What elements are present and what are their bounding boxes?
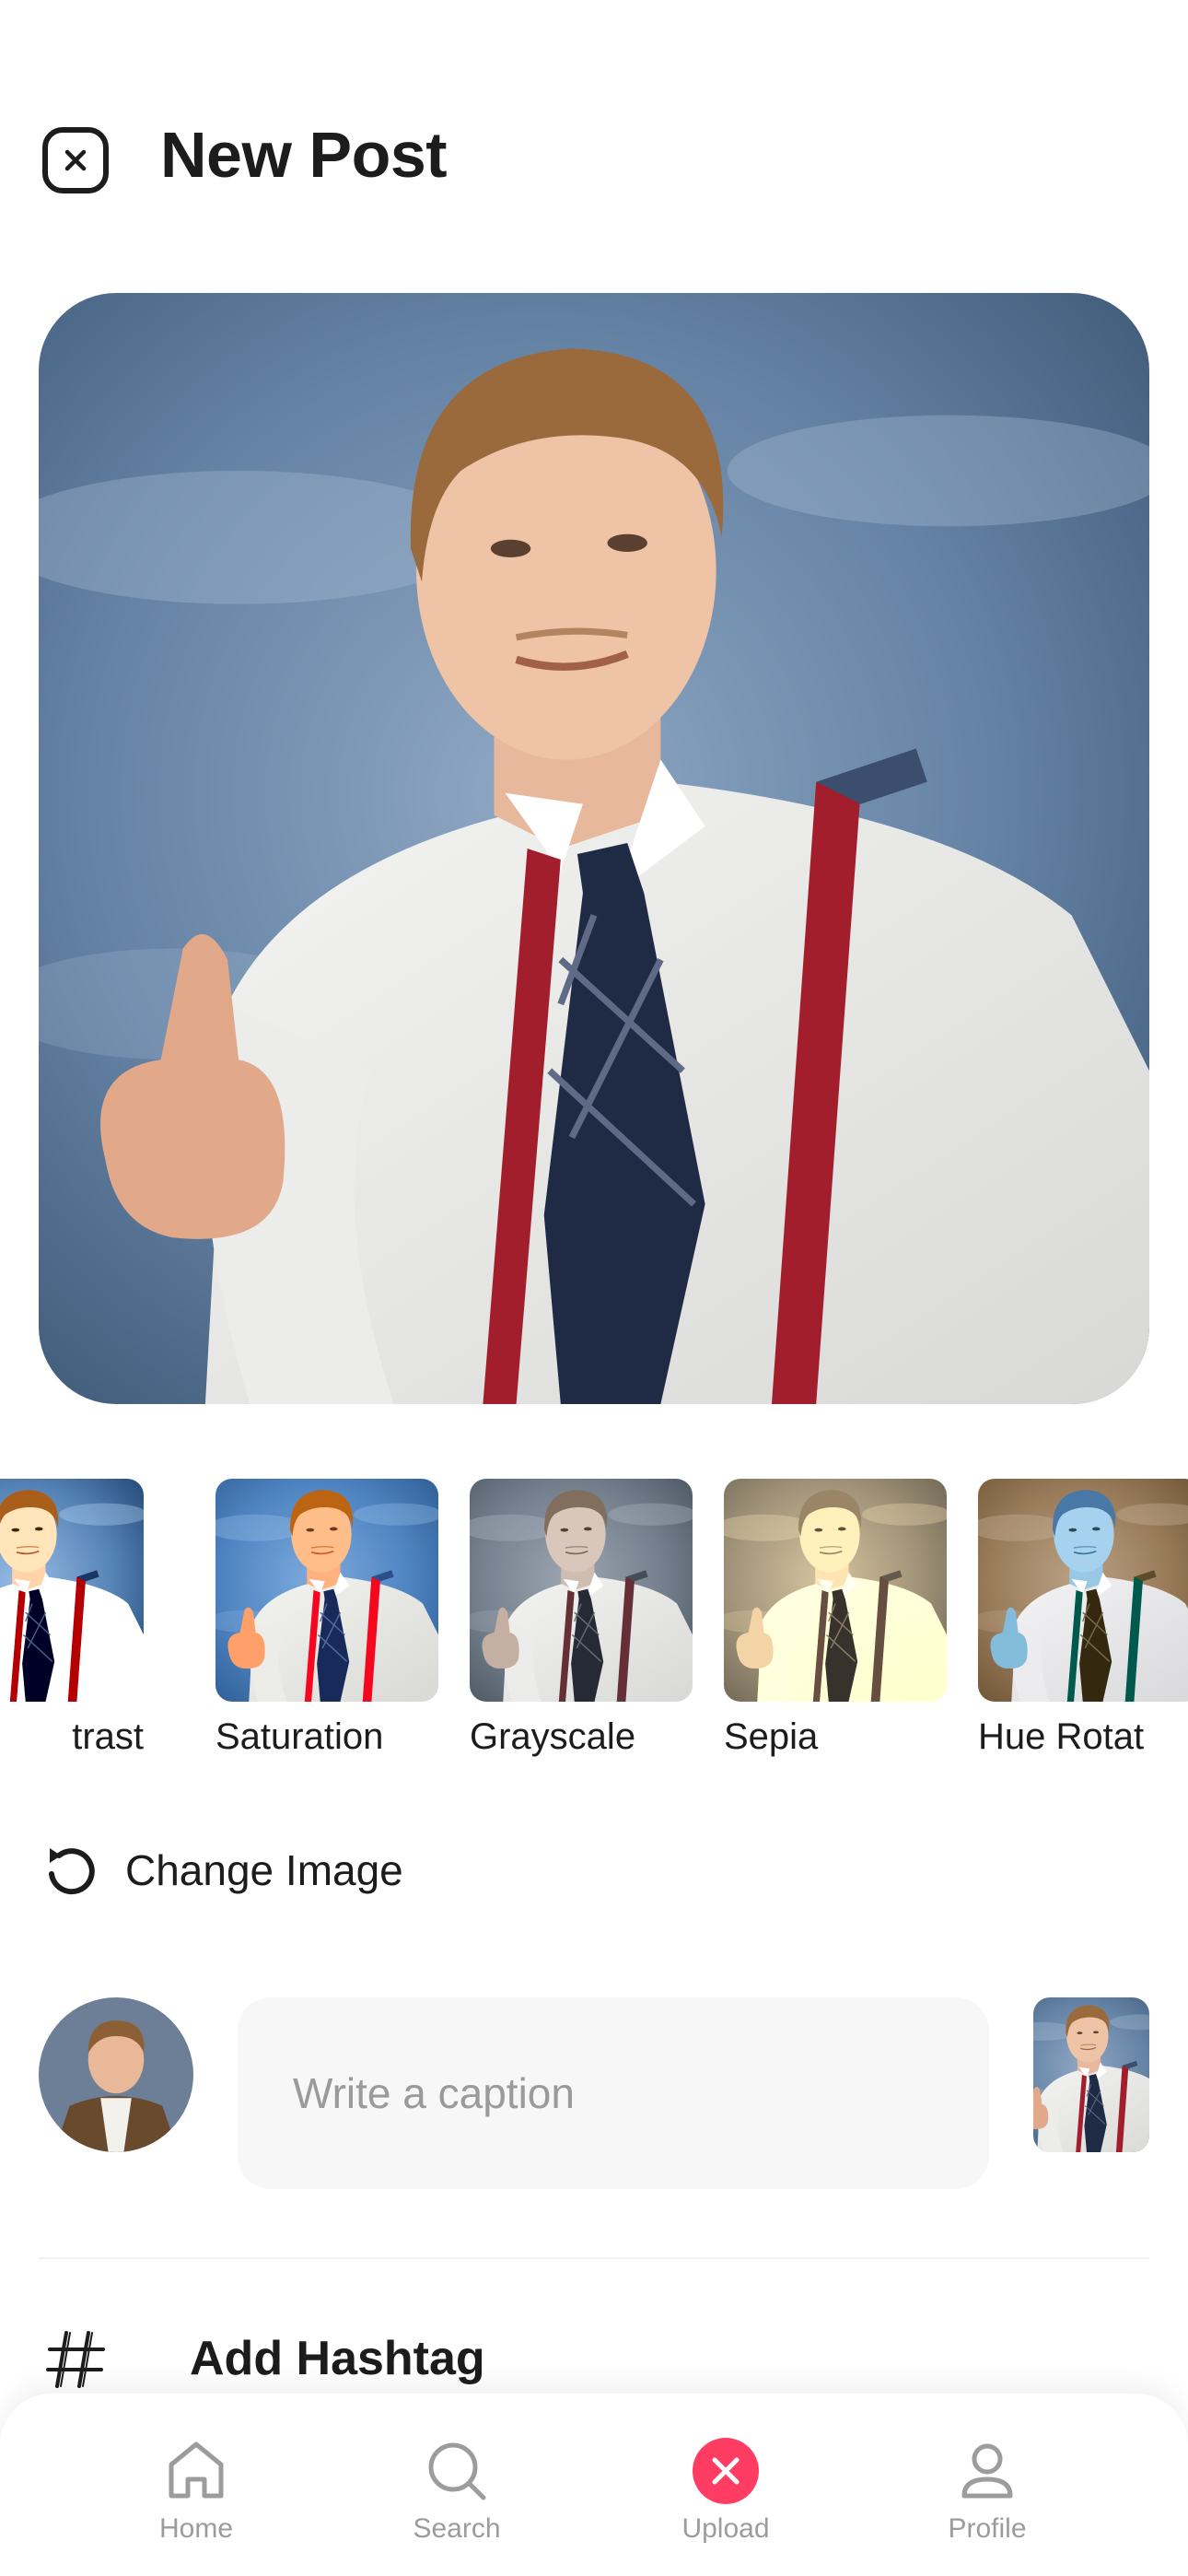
filter-thumb	[978, 1479, 1188, 1702]
rotate-ccw-icon	[49, 1848, 95, 1895]
page-title: New Post	[160, 119, 448, 191]
avatar	[39, 1997, 193, 2152]
add-hashtag-label: Add Hashtag	[190, 2332, 485, 2385]
divider	[39, 2257, 1149, 2259]
home-icon	[169, 2441, 224, 2499]
search-icon	[428, 2442, 486, 2500]
nav-label: Profile	[948, 2513, 1027, 2544]
post-photo-image	[39, 293, 1149, 1404]
filter-sepia[interactable]: Sepia	[724, 1479, 947, 1758]
filter-thumb	[724, 1479, 947, 1702]
filter-thumb	[215, 1479, 438, 1702]
header: New Post	[0, 0, 1188, 276]
change-image-button[interactable]: Change Image	[41, 1833, 403, 1907]
filter-hue-rotate[interactable]: Hue Rotat	[978, 1479, 1188, 1758]
bottom-nav: Home Search Upload Profile	[0, 2394, 1188, 2576]
close-button[interactable]	[42, 127, 109, 193]
filter-strip[interactable]: trast Saturation Grayscale Sepia Hue Rot…	[0, 1479, 1188, 1774]
filter-saturation[interactable]: Saturation	[215, 1479, 438, 1758]
nav-home[interactable]: Home	[113, 2434, 279, 2545]
filter-thumb	[0, 1479, 144, 1702]
nav-upload[interactable]: Upload	[643, 2434, 809, 2545]
nav-label: Upload	[681, 2513, 770, 2544]
filter-label: Saturation	[215, 1716, 384, 1757]
filter-label: trast	[72, 1716, 144, 1757]
post-photo[interactable]	[39, 293, 1149, 1404]
nav-profile[interactable]: Profile	[904, 2434, 1070, 2545]
change-image-label: Change Image	[125, 1846, 403, 1894]
filter-label: Hue Rotat	[978, 1716, 1145, 1757]
filter-label: Grayscale	[470, 1716, 636, 1757]
hash-icon	[46, 2331, 105, 2388]
filter-label: Sepia	[724, 1716, 819, 1757]
caption-input[interactable]	[238, 1997, 989, 2189]
filter-thumb	[470, 1479, 693, 1702]
add-hashtag-button[interactable]: Add Hashtag	[39, 2322, 1149, 2405]
upload-close-icon	[693, 2438, 759, 2504]
profile-icon	[961, 2443, 1013, 2499]
selected-image-thumb[interactable]	[1033, 1997, 1149, 2152]
nav-label: Home	[158, 2513, 234, 2544]
filter-grayscale[interactable]: Grayscale	[470, 1479, 693, 1758]
nav-search[interactable]: Search	[374, 2434, 540, 2545]
filter-contrast[interactable]: trast	[0, 1479, 144, 1758]
nav-label: Search	[413, 2513, 501, 2544]
close-icon	[64, 149, 87, 171]
